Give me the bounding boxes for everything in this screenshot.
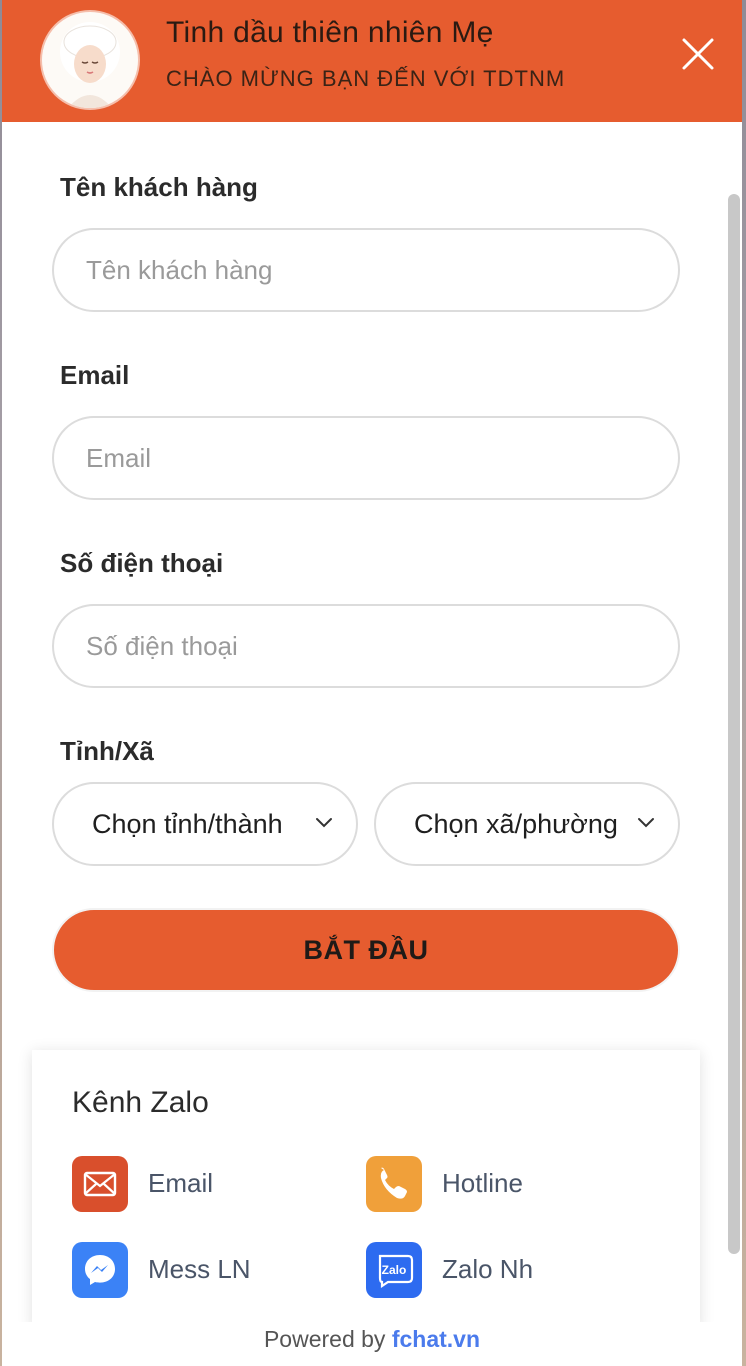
- close-icon: [682, 38, 714, 70]
- channel-label: Mess LN: [148, 1254, 251, 1284]
- close-button[interactable]: [676, 32, 720, 76]
- name-label: Tên khách hàng: [60, 172, 258, 202]
- chat-widget: Tinh dầu thiên nhiên Mẹ CHÀO MỪNG BẠN ĐẾ…: [2, 0, 742, 1366]
- channel-zalo[interactable]: Zalo Zalo Nh: [366, 1242, 646, 1300]
- svg-text:Zalo: Zalo: [382, 1263, 407, 1277]
- header-subtitle: CHÀO MỪNG BẠN ĐẾN VỚI TDTNM: [166, 66, 566, 91]
- start-button[interactable]: BẮT ĐẦU: [52, 908, 680, 992]
- channel-label: Email: [148, 1168, 214, 1198]
- channel-email[interactable]: Email: [72, 1156, 352, 1214]
- email-icon: [72, 1156, 128, 1212]
- brand-avatar: [42, 12, 138, 108]
- messenger-icon: [72, 1242, 128, 1298]
- widget-header: Tinh dầu thiên nhiên Mẹ CHÀO MỪNG BẠN ĐẾ…: [2, 0, 742, 122]
- powered-by-text: Powered by: [263, 1326, 386, 1352]
- channels-title: Kênh Zalo: [72, 1086, 209, 1119]
- province-select[interactable]: Chọn tỉnh/thành: [52, 782, 358, 866]
- channels-card: Kênh Zalo Email Hotline Mess LN Zalo Zal…: [32, 1050, 700, 1330]
- channel-label: Zalo Nh: [442, 1254, 534, 1284]
- ward-select[interactable]: Chọn xã/phường: [374, 782, 680, 866]
- chevron-down-icon: [638, 818, 654, 828]
- header-title: Tinh dầu thiên nhiên Mẹ: [166, 16, 494, 49]
- channel-hotline[interactable]: Hotline: [366, 1156, 646, 1214]
- phone-label: Số điện thoại: [60, 548, 224, 578]
- chevron-down-icon: [316, 818, 332, 828]
- channel-label: Hotline: [442, 1168, 523, 1198]
- phone-icon: [366, 1156, 422, 1212]
- zalo-icon: Zalo: [366, 1242, 422, 1298]
- powered-by-footer: Powered by fchat.vn: [2, 1322, 742, 1366]
- channel-messenger[interactable]: Mess LN: [72, 1242, 352, 1300]
- email-label: Email: [60, 360, 130, 390]
- name-input[interactable]: [52, 228, 680, 312]
- fchat-link[interactable]: fchat.vn: [392, 1326, 480, 1352]
- location-label: Tỉnh/Xã: [60, 736, 154, 766]
- ward-select-value: Chọn xã/phường: [414, 809, 618, 839]
- phone-input[interactable]: [52, 604, 680, 688]
- email-input[interactable]: [52, 416, 680, 500]
- province-select-value: Chọn tỉnh/thành: [92, 809, 283, 839]
- scrollbar[interactable]: [728, 194, 740, 1254]
